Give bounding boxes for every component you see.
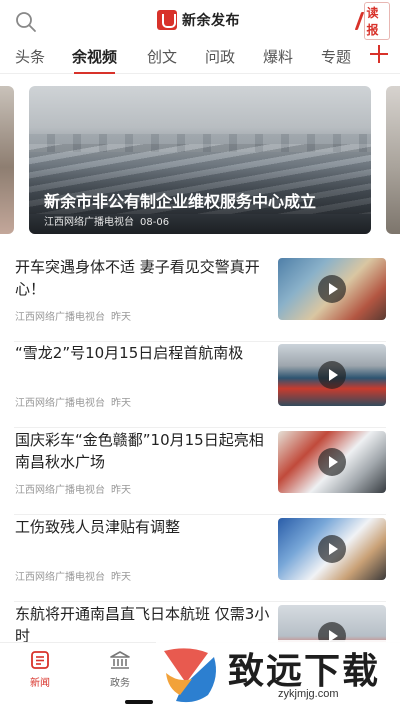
- tab-tip-off[interactable]: 爆料: [263, 46, 293, 68]
- news-thumbnail[interactable]: [278, 431, 386, 493]
- watermark-url: zykjmjg.com: [278, 688, 339, 700]
- news-time: 昨天: [111, 572, 131, 583]
- news-meta: 江西网络广播电视台 昨天: [15, 394, 131, 409]
- news-item[interactable]: 工伤致残人员津贴有调整 江西网络广播电视台 昨天: [0, 516, 400, 602]
- featured-carousel[interactable]: 新余市非公有制企业维权服务中心成立 江西网络广播电视台 08-06: [0, 86, 400, 234]
- site-watermark: 致远下载 zykjmjg.com: [156, 640, 400, 711]
- home-indicator: [125, 700, 153, 704]
- news-meta: 江西网络广播电视台 昨天: [15, 308, 131, 323]
- add-channel-icon[interactable]: [368, 43, 390, 65]
- news-thumbnail[interactable]: [278, 258, 386, 320]
- carousel-next-slide[interactable]: [386, 86, 400, 234]
- featured-source: 江西网络广播电视台: [44, 217, 134, 228]
- news-icon: [31, 651, 49, 669]
- divider: [14, 601, 386, 602]
- news-time: 昨天: [111, 485, 131, 496]
- news-thumbnail[interactable]: [278, 344, 386, 406]
- featured-title: 新余市非公有制企业维权服务中心成立: [44, 192, 317, 211]
- news-source: 江西网络广播电视台: [15, 312, 105, 323]
- search-button[interactable]: [14, 10, 38, 34]
- news-meta: 江西网络广播电视台 昨天: [15, 481, 131, 496]
- news-time: 昨天: [111, 312, 131, 323]
- play-icon[interactable]: [318, 622, 346, 642]
- app-header: 新余发布 读报: [0, 0, 400, 40]
- news-source: 江西网络广播电视台: [15, 485, 105, 496]
- news-title: 东航将开通南昌直飞日本航班 仅需3小时: [15, 605, 270, 642]
- tab-civilization[interactable]: 创文: [147, 46, 177, 68]
- play-icon[interactable]: [318, 361, 346, 389]
- news-item[interactable]: 开车突遇身体不适 妻子看见交警真开心！ 江西网络广播电视台 昨天: [0, 256, 400, 342]
- play-icon[interactable]: [318, 448, 346, 476]
- tab-special[interactable]: 专题: [321, 46, 351, 68]
- logo-mark-icon: [157, 10, 177, 30]
- read-paper-label: 读报: [363, 2, 390, 40]
- watermark-logo-icon: [164, 648, 216, 703]
- channel-tabs: 头条 余视频 创文 问政 爆料 专题: [0, 40, 400, 74]
- news-item[interactable]: 国庆彩车“金色赣鄱”10月15日起亮相南昌秋水广场 江西网络广播电视台 昨天: [0, 429, 400, 515]
- news-title: 国庆彩车“金色赣鄱”10月15日起亮相南昌秋水广场: [15, 431, 264, 471]
- search-icon: [16, 12, 36, 32]
- news-title: 开车突遇身体不适 妻子看见交警真开心！: [15, 258, 260, 298]
- news-title: 工伤致残人员津贴有调整: [15, 518, 181, 536]
- nav-news-label: 新闻: [30, 678, 50, 689]
- news-source: 江西网络广播电视台: [15, 398, 105, 409]
- nav-government-label: 政务: [110, 678, 130, 689]
- news-time: 昨天: [111, 398, 131, 409]
- nav-government[interactable]: 政务: [96, 649, 144, 689]
- watermark-text: 致远下载: [228, 651, 381, 692]
- tab-headline[interactable]: 头条: [15, 46, 45, 68]
- tab-inquiry[interactable]: 问政: [205, 46, 235, 68]
- news-thumbnail[interactable]: [278, 605, 386, 642]
- logo-text: 新余发布: [182, 13, 240, 29]
- play-icon[interactable]: [318, 535, 346, 563]
- featured-date: 08-06: [140, 217, 170, 228]
- divider: [14, 427, 386, 428]
- news-title: “雪龙2”号10月15日启程首航南极: [15, 344, 244, 362]
- news-meta: 江西网络广播电视台 昨天: [15, 568, 131, 583]
- news-source: 江西网络广播电视台: [15, 572, 105, 583]
- news-item[interactable]: 东航将开通南昌直飞日本航班 仅需3小时: [0, 603, 400, 642]
- paper-slash-icon: [354, 12, 364, 30]
- featured-meta: 江西网络广播电视台 08-06: [44, 213, 169, 228]
- news-thumbnail[interactable]: [278, 518, 386, 580]
- featured-slide[interactable]: 新余市非公有制企业维权服务中心成立 江西网络广播电视台 08-06: [29, 86, 371, 234]
- news-item[interactable]: “雪龙2”号10月15日启程首航南极 江西网络广播电视台 昨天: [0, 342, 400, 428]
- app-logo: 新余发布: [157, 9, 240, 31]
- read-paper-button[interactable]: 读报: [354, 2, 390, 40]
- tab-yu-video[interactable]: 余视频: [72, 46, 117, 74]
- divider: [14, 514, 386, 515]
- nav-news[interactable]: 新闻: [16, 649, 64, 689]
- play-icon[interactable]: [318, 275, 346, 303]
- government-building-icon: [110, 651, 130, 669]
- carousel-prev-slide[interactable]: [0, 86, 14, 234]
